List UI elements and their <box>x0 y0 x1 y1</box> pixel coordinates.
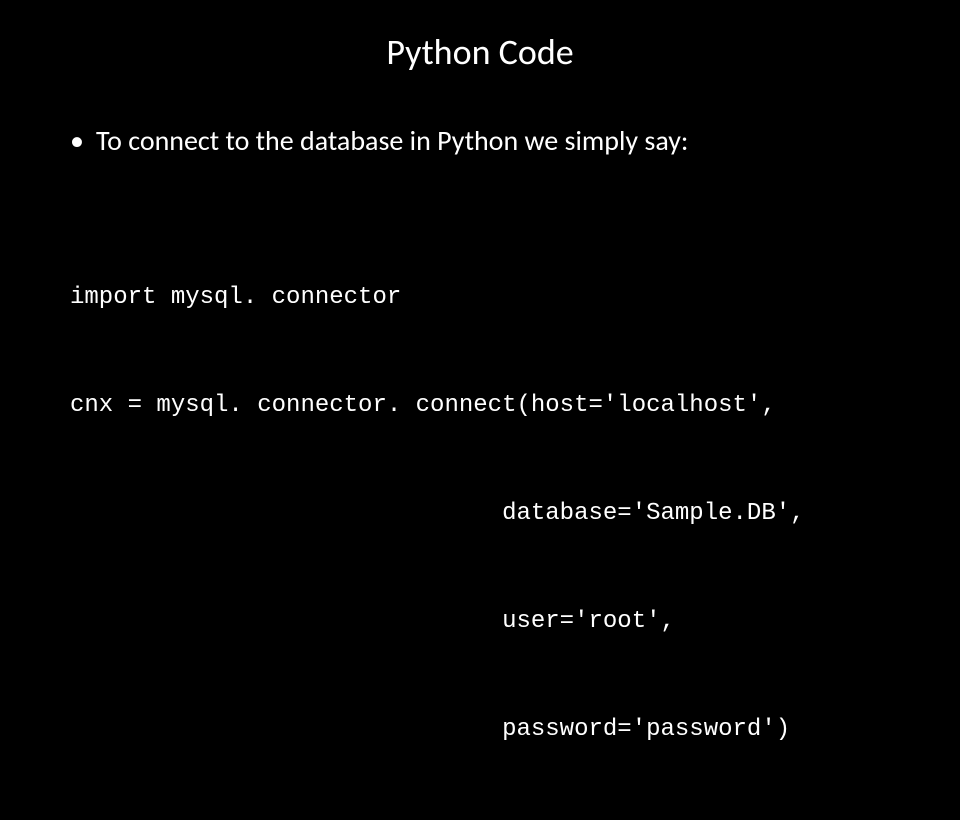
code-block: import mysql. connector cnx = mysql. con… <box>70 208 900 820</box>
code-line-1: import mysql. connector <box>70 280 900 316</box>
code-line-2: cnx = mysql. connector. connect(host='lo… <box>70 388 900 424</box>
code-line-5: password='password') <box>70 712 900 748</box>
slide-title: Python Code <box>60 30 900 74</box>
bullet-marker: • <box>70 124 84 158</box>
slide-container: Python Code • To connect to the database… <box>0 0 960 540</box>
bullet-text: To connect to the database in Python we … <box>96 124 688 158</box>
bullet-item: • To connect to the database in Python w… <box>70 124 900 158</box>
code-line-3: database='Sample.DB', <box>70 496 900 532</box>
code-line-4: user='root', <box>70 604 900 640</box>
